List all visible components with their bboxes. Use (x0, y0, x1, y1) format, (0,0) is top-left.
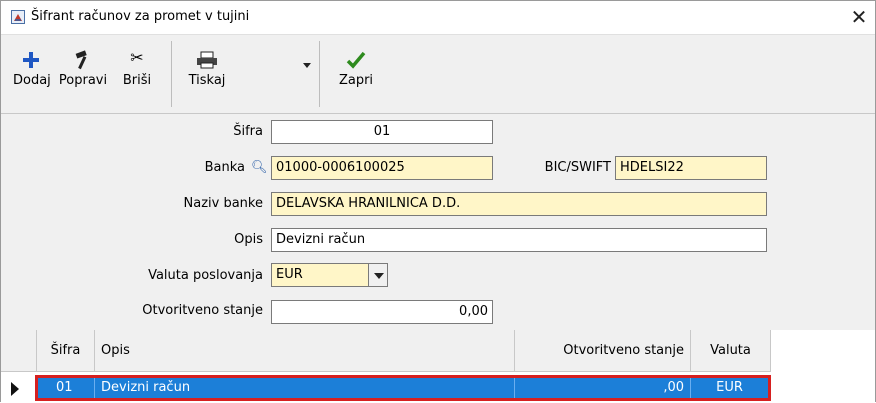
chevron-down-icon[interactable] (368, 263, 388, 287)
bic-swift-field[interactable]: HDELSI22 (615, 156, 767, 180)
current-row-indicator-icon (11, 382, 19, 396)
delete-button-label: Briši (122, 73, 152, 88)
valuta-select[interactable]: EUR (271, 263, 369, 287)
banka-field[interactable]: 01000-0006100025 (271, 156, 493, 180)
toolbar: Dodaj Popravi ✂ Briši Tiskaj Zapri (1, 34, 875, 114)
close-icon[interactable]: ✕ (847, 5, 871, 29)
otvoritveno-stanje-label: Otvoritveno stanje (142, 303, 263, 318)
table-row[interactable]: 01 Devizni račun ,00 EUR (35, 375, 771, 401)
add-button[interactable]: Dodaj (13, 43, 51, 107)
cell-valuta[interactable]: EUR (691, 378, 768, 398)
column-header-sifra[interactable]: Šifra (37, 330, 95, 372)
toolbar-separator (319, 41, 320, 107)
row-indicator-header (1, 330, 37, 372)
title-bar: Šifrant računov za promet v tujini ✕ (1, 1, 875, 34)
plus-icon (13, 43, 49, 73)
scissors-icon: ✂ (130, 48, 144, 67)
otvoritveno-stanje-field[interactable]: 0,00 (271, 300, 493, 324)
checkmark-icon (329, 43, 383, 73)
sifra-field[interactable]: 01 (271, 120, 493, 144)
column-header-valuta[interactable]: Valuta (691, 330, 771, 372)
hammer-icon (53, 43, 113, 73)
accounts-table: Šifra Opis Otvoritveno stanje Valuta 01 … (1, 330, 875, 403)
app-icon (11, 10, 25, 24)
search-icon[interactable]: 🔍︎ (251, 160, 268, 175)
column-header-otvoritveno-stanje[interactable]: Otvoritveno stanje (515, 330, 691, 372)
naziv-banke-label: Naziv banke (183, 196, 263, 211)
close-button-label: Zapri (338, 73, 374, 88)
opis-field[interactable]: Devizni račun (271, 228, 767, 252)
sifra-label: Šifra (233, 124, 263, 139)
dialog-window: Šifrant računov za promet v tujini ✕ Dod… (0, 0, 876, 403)
opis-label: Opis (234, 232, 263, 247)
banka-label: Banka (204, 160, 245, 175)
printer-icon (177, 43, 237, 73)
column-header-opis[interactable]: Opis (95, 330, 515, 372)
add-button-label: Dodaj (13, 73, 51, 88)
print-button[interactable]: Tiskaj (177, 43, 237, 107)
edit-button-label: Popravi (58, 73, 108, 88)
form-area: Šifra 01 Banka 🔍︎ 01000-0006100025 BIC/S… (1, 114, 875, 330)
valuta-poslovanja-label: Valuta poslovanja (148, 268, 263, 283)
cell-opis[interactable]: Devizni račun (95, 378, 515, 398)
edit-button[interactable]: Popravi (53, 43, 113, 107)
naziv-banke-field[interactable]: DELAVSKA HRANILNICA D.D. (271, 192, 767, 216)
print-dropdown-arrow-icon[interactable] (303, 63, 311, 68)
cell-sifra[interactable]: 01 (38, 378, 95, 398)
toolbar-separator (171, 41, 172, 107)
bic-swift-label: BIC/SWIFT (544, 160, 611, 175)
delete-button[interactable]: ✂ Briši (119, 43, 155, 107)
window-title: Šifrant računov za promet v tujini (31, 9, 250, 24)
close-button[interactable]: Zapri (329, 43, 383, 107)
cell-otvoritveno-stanje[interactable]: ,00 (515, 378, 691, 398)
print-button-label: Tiskaj (188, 73, 226, 88)
